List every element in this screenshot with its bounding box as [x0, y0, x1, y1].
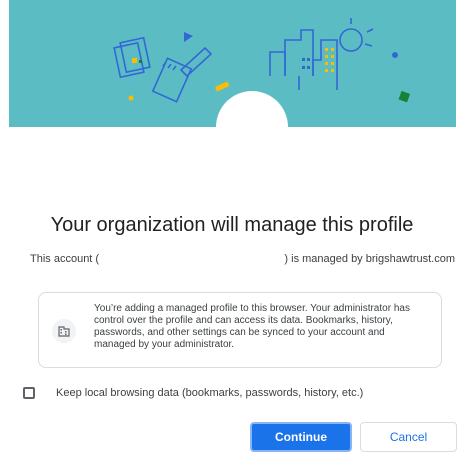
- continue-button[interactable]: Continue: [250, 422, 352, 452]
- cancel-button[interactable]: Cancel: [360, 422, 457, 452]
- account-prefix: This account (: [30, 253, 100, 265]
- keep-local-data-label[interactable]: Keep local browsing data (bookmarks, pas…: [56, 387, 363, 399]
- business-building-icon: [52, 319, 76, 343]
- dialog-title: Your organization will manage this profi…: [50, 214, 414, 236]
- account-info-line: This account ( ) is managed by brigshawt…: [30, 253, 455, 269]
- info-text: You’re adding a managed profile to this …: [94, 303, 410, 350]
- account-suffix: ) is managed by brigshawtrust.com: [284, 253, 455, 265]
- managed-profile-info-box: You’re adding a managed profile to this …: [38, 292, 442, 368]
- header-illustration-banner: [9, 0, 456, 127]
- keep-local-data-checkbox[interactable]: [23, 387, 35, 399]
